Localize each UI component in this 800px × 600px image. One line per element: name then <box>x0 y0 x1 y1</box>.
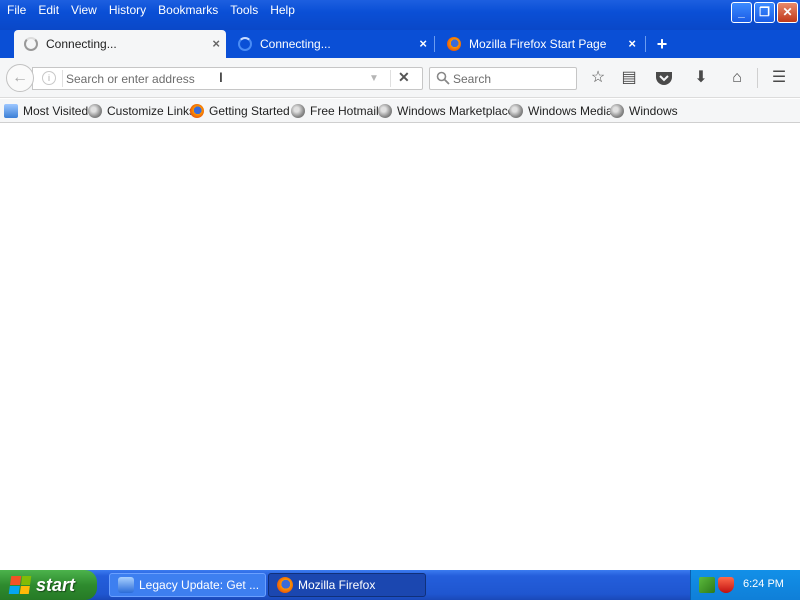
bookmark-free-hotmail[interactable]: Free Hotmail <box>291 102 379 120</box>
folder-icon <box>4 104 18 118</box>
network-icon[interactable] <box>699 577 715 593</box>
tab-close-icon[interactable]: × <box>212 37 220 51</box>
back-arrow-icon: ← <box>12 69 28 86</box>
plus-icon: + <box>656 34 668 54</box>
bookmark-windows-media[interactable]: Windows Media <box>509 102 613 120</box>
bookmark-label: Getting Started <box>209 104 290 118</box>
tab-close-icon[interactable]: × <box>419 37 427 51</box>
tab-firefox-start-page[interactable]: Mozilla Firefox Start Page × <box>437 30 642 58</box>
menu-history[interactable]: History <box>103 0 152 22</box>
bookmark-most-visited[interactable]: Most Visited <box>4 102 88 120</box>
pocket-icon[interactable] <box>653 66 675 90</box>
toolbar-separator <box>757 68 758 88</box>
bookmark-getting-started[interactable]: Getting Started <box>190 102 290 120</box>
firefox-icon <box>190 104 204 118</box>
security-shield-icon[interactable] <box>718 577 734 593</box>
minimize-button[interactable]: _ <box>731 2 752 23</box>
close-window-button[interactable]: ✕ <box>777 2 798 23</box>
bookmark-star-icon[interactable]: ☆ <box>587 66 609 90</box>
url-separator <box>62 70 63 87</box>
hamburger-menu-icon[interactable]: ☰ <box>768 66 790 90</box>
back-button[interactable]: ← <box>6 64 34 92</box>
loading-spinner-icon <box>238 37 252 51</box>
tab-close-icon[interactable]: × <box>628 37 636 51</box>
menu-help[interactable]: Help <box>264 0 301 22</box>
tab-label: Mozilla Firefox Start Page <box>469 37 607 51</box>
task-label: Mozilla Firefox <box>298 578 376 592</box>
taskbar-item-legacy-update[interactable]: Legacy Update: Get ... <box>109 573 266 597</box>
loading-spinner-icon <box>24 37 38 51</box>
bookmark-label: Free Hotmail <box>310 104 379 118</box>
menu-bar: File Edit View History Bookmarks Tools H… <box>0 0 301 22</box>
clock[interactable]: 6:24 PM <box>743 578 784 590</box>
tab-connecting-2[interactable]: Connecting... × <box>228 30 433 58</box>
internet-explorer-icon <box>118 577 134 593</box>
menu-file[interactable]: File <box>0 0 32 22</box>
address-input[interactable] <box>66 69 356 88</box>
menu-edit[interactable]: Edit <box>32 0 65 22</box>
text-cursor-icon: I <box>219 69 223 85</box>
home-icon[interactable]: ⌂ <box>726 66 748 90</box>
search-icon <box>436 71 450 85</box>
start-button[interactable]: start <box>0 570 97 600</box>
minimize-icon: _ <box>738 5 745 19</box>
firefox-icon <box>277 577 293 593</box>
menu-bookmarks[interactable]: Bookmarks <box>152 0 224 22</box>
task-label: Legacy Update: Get ... <box>139 578 260 592</box>
stop-icon[interactable]: ✕ <box>398 69 410 86</box>
globe-icon <box>291 104 305 118</box>
restore-icon: ❐ <box>759 5 770 19</box>
windows-logo-icon <box>8 576 32 594</box>
tab-connecting-1[interactable]: Connecting... × <box>14 30 226 58</box>
firefox-icon <box>447 37 461 51</box>
close-icon: ✕ <box>782 5 793 19</box>
restore-button[interactable]: ❐ <box>754 2 775 23</box>
taskbar-item-firefox[interactable]: Mozilla Firefox <box>268 573 426 597</box>
bookmark-label: Windows Media <box>528 104 613 118</box>
new-tab-button[interactable]: + <box>652 34 672 54</box>
dropdown-arrow-icon[interactable]: ▼ <box>369 73 379 84</box>
bookmark-windows[interactable]: Windows <box>610 102 678 120</box>
tab-label: Connecting... <box>46 37 117 51</box>
start-label: start <box>36 574 76 595</box>
search-input[interactable] <box>453 69 571 88</box>
url-separator <box>390 70 391 87</box>
globe-icon <box>378 104 392 118</box>
globe-icon <box>509 104 523 118</box>
info-icon[interactable]: i <box>42 71 56 85</box>
bookmark-label: Windows Marketplace <box>397 104 515 118</box>
bookmark-label: Most Visited <box>23 104 89 118</box>
menu-view[interactable]: View <box>65 0 103 22</box>
tab-label: Connecting... <box>260 37 331 51</box>
page-content[interactable] <box>0 124 800 570</box>
bookmark-customize-links[interactable]: Customize Links <box>88 102 195 120</box>
tab-separator <box>645 36 646 52</box>
downloads-icon[interactable]: ⬇ <box>690 66 712 90</box>
bookmark-windows-marketplace[interactable]: Windows Marketplace <box>378 102 514 120</box>
reading-list-icon[interactable]: ▤ <box>618 66 640 90</box>
bookmark-label: Customize Links <box>107 104 196 118</box>
bookmark-label: Windows <box>629 104 678 118</box>
globe-icon <box>610 104 624 118</box>
menu-tools[interactable]: Tools <box>224 0 264 22</box>
globe-icon <box>88 104 102 118</box>
tab-separator <box>434 36 435 52</box>
